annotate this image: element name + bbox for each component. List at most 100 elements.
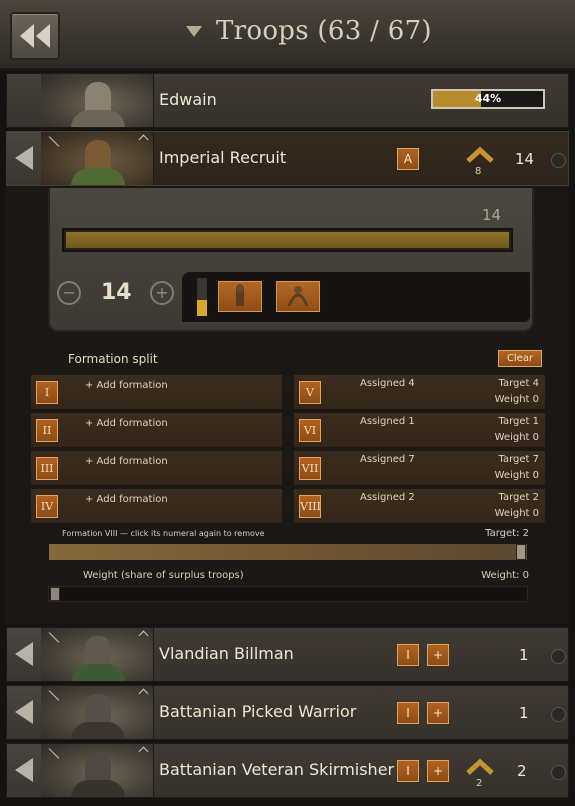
triangle-left-icon [15, 642, 33, 666]
target-slider-handle[interactable] [516, 544, 526, 560]
target-label: Target 7 [498, 454, 539, 465]
assigned-label: Assigned 2 [360, 492, 415, 503]
upgrade-chevron-icon[interactable] [465, 145, 495, 165]
weight-value-label: Weight: 0 [481, 570, 529, 581]
add-formation-button[interactable]: + [427, 702, 449, 724]
infantry-type-icon[interactable] [218, 281, 262, 312]
weight-label: Weight 0 [494, 508, 539, 519]
plus-button[interactable]: + [150, 281, 174, 305]
radio-dot-icon[interactable] [551, 707, 566, 722]
formation-numeral-button[interactable]: V [299, 381, 321, 404]
formation-numeral-button[interactable]: IV [36, 495, 58, 518]
target-value-label: Target: 2 [485, 528, 529, 539]
troop-portrait [41, 744, 154, 797]
triangle-left-icon [15, 146, 33, 170]
formation-cell-viii: VIII Assigned 2 Target 2 Weight 0 [293, 488, 546, 524]
troop-row[interactable]: Vlandian Billman I + 1 [6, 627, 569, 682]
back-button[interactable] [10, 12, 60, 60]
formation-numeral-button[interactable]: I [36, 381, 58, 404]
double-chevron-left-icon [20, 24, 50, 48]
formation-button[interactable]: I [397, 760, 419, 782]
sword-icon [48, 748, 60, 759]
troop-row-hero[interactable]: Edwain 44% [6, 73, 569, 128]
tier-caret-icon [138, 688, 149, 699]
troop-name: Battanian Veteran Skirmisher [159, 760, 395, 779]
formation-button[interactable]: A [397, 148, 419, 170]
hero-health-label: 44% [474, 92, 502, 105]
tier-caret-icon [138, 134, 149, 145]
sword-icon [48, 136, 60, 147]
hero-name: Edwain [159, 90, 217, 109]
troop-name: Imperial Recruit [159, 148, 287, 167]
soldier-icon [236, 284, 244, 306]
formation-cell-vi: VI Assigned 1 Target 1 Weight 0 [293, 412, 546, 448]
tier-caret-icon [138, 746, 149, 757]
add-formation-link[interactable]: + Add formation [85, 494, 168, 505]
weight-slider[interactable] [48, 586, 528, 602]
target-label: Target 2 [498, 492, 539, 503]
formation-button[interactable]: I [397, 702, 419, 724]
formation-cell-i: I + Add formation [30, 374, 283, 410]
clear-button[interactable]: Clear [498, 350, 542, 367]
hero-portrait [41, 74, 154, 127]
troop-count: 2 [517, 762, 527, 780]
radio-dot-icon[interactable] [551, 153, 566, 168]
formation-numeral-button[interactable]: VI [299, 419, 321, 442]
upgrade-chevron-icon[interactable] [465, 757, 495, 777]
collapse-button[interactable] [7, 132, 42, 185]
add-formation-button[interactable]: + [427, 644, 449, 666]
troop-row-imperial-recruit[interactable]: Imperial Recruit A 8 14 [6, 131, 569, 186]
add-formation-link[interactable]: + Add formation [85, 418, 168, 429]
formation-numeral-button[interactable]: III [36, 457, 58, 480]
troop-row[interactable]: Battanian Veteran Skirmisher I + 2 2 [6, 743, 569, 798]
formation-numeral-button[interactable]: VII [299, 457, 321, 480]
upgrade-count: 8 [475, 166, 482, 177]
transfer-count: 14 [101, 280, 132, 305]
weight-label: Weight 0 [494, 470, 539, 481]
radio-dot-icon[interactable] [551, 649, 566, 664]
collapse-button[interactable] [7, 744, 42, 797]
weight-label: Weight 0 [494, 394, 539, 405]
stack-meter-fill [197, 300, 207, 316]
target-slider[interactable] [48, 543, 528, 561]
formation-numeral-button[interactable]: II [36, 419, 58, 442]
add-formation-button[interactable]: + [427, 760, 449, 782]
tier-caret-icon [138, 630, 149, 641]
stack-meter [197, 278, 207, 316]
formation-button[interactable]: I [397, 644, 419, 666]
target-label: Target 4 [498, 378, 539, 389]
troop-row[interactable]: Battanian Picked Warrior I + 1 [6, 685, 569, 740]
troop-portrait [41, 686, 154, 739]
troop-body [71, 722, 125, 739]
troop-body [71, 168, 125, 185]
formation-cell-v: V Assigned 4 Target 4 Weight 0 [293, 374, 546, 410]
radio-dot-icon[interactable] [551, 765, 566, 780]
troop-portrait [41, 628, 154, 681]
formation-cell-ii: II + Add formation [30, 412, 283, 448]
assigned-label: Assigned 1 [360, 416, 415, 427]
collapse-troops-icon[interactable] [186, 26, 202, 37]
add-formation-link[interactable]: + Add formation [85, 456, 168, 467]
collapse-button[interactable] [7, 628, 42, 681]
hero-health-bar: 44% [431, 89, 545, 109]
minus-button[interactable]: − [57, 281, 81, 305]
formation-numeral-button[interactable]: VIII [299, 495, 321, 518]
triangle-left-icon [15, 758, 33, 782]
archer-type-icon[interactable] [276, 281, 320, 312]
troop-body [71, 664, 125, 681]
troops-title: Troops (63 / 67) [216, 16, 432, 46]
troop-name: Vlandian Billman [159, 644, 294, 663]
troop-count: 14 [515, 150, 535, 168]
upgrade-count: 2 [476, 778, 483, 789]
troops-header: Troops (63 / 67) [0, 0, 575, 70]
collapse-button[interactable] [7, 686, 42, 739]
formation-hint: Formation VIII — click its numeral again… [62, 529, 265, 538]
troop-name: Battanian Picked Warrior [159, 702, 357, 721]
transfer-slider[interactable] [62, 228, 513, 252]
weight-slider-handle[interactable] [50, 587, 60, 601]
bow-icon [287, 286, 309, 307]
add-formation-link[interactable]: + Add formation [85, 380, 168, 391]
hero-collapse-slot [7, 74, 42, 127]
triangle-left-icon [15, 700, 33, 724]
transfer-slider-fill [66, 232, 509, 248]
